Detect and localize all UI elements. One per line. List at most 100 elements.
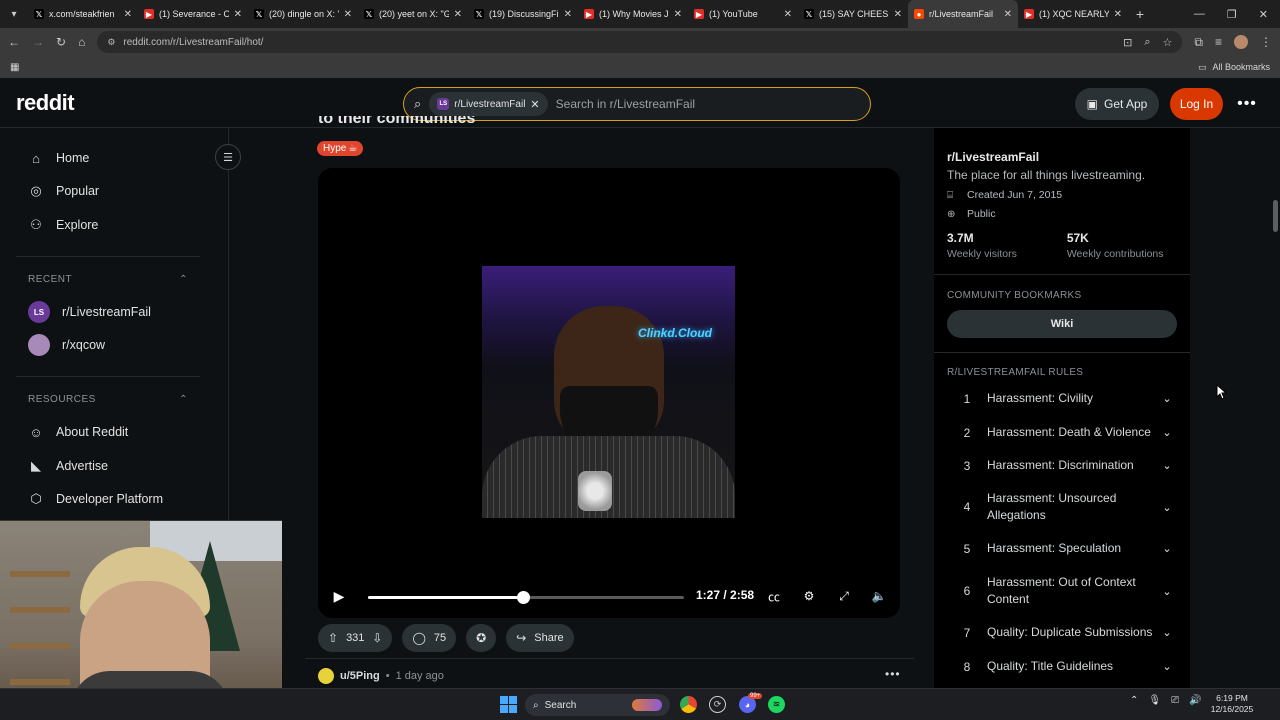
video-player[interactable]: Clinkd.Cloud ▶ 1:27 / 2:58 ㏄ ⚙ ⤢ 🔈: [318, 168, 900, 618]
close-tab-icon[interactable]: ✕: [1004, 9, 1012, 20]
chip-close-icon[interactable]: ✕: [530, 98, 539, 111]
community-name[interactable]: r/LivestreamFail: [947, 150, 1177, 164]
play-icon[interactable]: ▶: [330, 586, 348, 606]
taskbar-search[interactable]: ⌕ Search: [525, 694, 670, 716]
resources-section-header[interactable]: RESOURCES ⌃: [28, 394, 188, 405]
profile-avatar[interactable]: [1234, 35, 1248, 49]
spotify-taskbar-icon[interactable]: ≋: [768, 696, 785, 713]
browser-tab[interactable]: 𝕏 (20) dingle on X: " ✕: [248, 0, 358, 28]
seek-handle[interactable]: [516, 591, 530, 604]
close-tab-icon[interactable]: ✕: [784, 9, 792, 20]
home-browser-icon[interactable]: ⌂: [78, 35, 85, 49]
downvote-icon[interactable]: ⇩: [372, 631, 382, 645]
sidebar-item-label: r/xqcow: [62, 338, 106, 352]
browser-tab[interactable]: ▶ (1) Severance - O ✕: [138, 0, 248, 28]
settings-gear-icon[interactable]: ⚙: [799, 586, 819, 606]
reload-icon[interactable]: ↻: [56, 35, 66, 49]
browser-tab[interactable]: 𝕏 (19) DiscussingFil ✕: [468, 0, 578, 28]
award-button[interactable]: ✪: [466, 624, 497, 652]
post-title[interactable]: to their communities: [318, 116, 898, 132]
comments-button[interactable]: ◯ 75: [402, 624, 457, 652]
rule-item[interactable]: 7 Quality: Duplicate Submissions ⌄: [947, 624, 1177, 641]
more-options-icon[interactable]: •••: [1236, 88, 1258, 120]
rule-item[interactable]: 5 Harassment: Speculation ⌄: [947, 540, 1177, 557]
wiki-button[interactable]: Wiki: [947, 310, 1177, 338]
sidebar-item-developer-platform[interactable]: ⬡ Developer Platform: [28, 482, 208, 516]
close-tab-icon[interactable]: ✕: [674, 9, 682, 20]
sidebar-item-explore[interactable]: ⚇ Explore: [28, 208, 208, 242]
browser-tab[interactable]: ▶ (1) XQC NEARLY L ✕: [1018, 0, 1128, 28]
video-seek-bar[interactable]: [368, 591, 684, 604]
upvote-icon[interactable]: ⇧: [328, 631, 338, 645]
close-tab-icon[interactable]: ✕: [344, 9, 352, 20]
comment-more-icon[interactable]: •••: [885, 667, 901, 681]
comment-username[interactable]: u/5Ping: [340, 670, 380, 682]
post-flair[interactable]: Hype ☕: [317, 141, 364, 156]
rule-item[interactable]: 2 Harassment: Death & Violence ⌄: [947, 424, 1177, 441]
zoom-icon[interactable]: ⌕: [1144, 36, 1150, 49]
site-info-icon[interactable]: ⚙: [107, 37, 115, 48]
fullscreen-icon[interactable]: ⤢: [834, 586, 854, 606]
start-button-icon[interactable]: [500, 696, 517, 713]
sidebar-item-advertise[interactable]: ◣ Advertise: [28, 449, 208, 483]
search-input[interactable]: Search in r/LivestreamFail: [556, 97, 695, 111]
video-neon-sign: Clinkd.Cloud: [638, 326, 712, 340]
search-scope-chip[interactable]: LS r/LivestreamFail ✕: [429, 92, 548, 116]
close-window-icon[interactable]: ✕: [1259, 8, 1268, 21]
install-app-icon[interactable]: ⊡: [1123, 36, 1132, 49]
chevron-up-icon[interactable]: ⌃: [1130, 695, 1138, 706]
share-button[interactable]: ↪ Share: [506, 624, 574, 652]
app-taskbar-icon[interactable]: ⟳: [709, 696, 726, 713]
volume-tray-icon[interactable]: 🔊: [1189, 695, 1201, 706]
new-tab-button[interactable]: +: [1128, 6, 1152, 22]
avatar[interactable]: [318, 668, 334, 684]
close-tab-icon[interactable]: ✕: [234, 9, 242, 20]
reddit-logo[interactable]: reddit: [16, 90, 75, 116]
maximize-icon[interactable]: ❐: [1227, 8, 1237, 21]
browser-tab[interactable]: 𝕏x.com/steakfrien ✕: [28, 0, 138, 28]
browser-tab[interactable]: 𝕏 (15) SAY CHEESE! ✕: [798, 0, 908, 28]
captions-icon[interactable]: ㏄: [764, 586, 784, 606]
sidebar-item-about-reddit[interactable]: ☺ About Reddit: [28, 415, 208, 449]
get-app-button[interactable]: ▣ Get App: [1075, 88, 1159, 120]
close-tab-icon[interactable]: ✕: [564, 9, 572, 20]
taskbar-clock[interactable]: 6:19 PM 12/16/2025: [1208, 693, 1256, 715]
rule-item[interactable]: 4 Harassment: Unsourced Allegations ⌄: [947, 490, 1177, 524]
rule-item[interactable]: 8 Quality: Title Guidelines ⌄: [947, 658, 1177, 675]
network-icon[interactable]: ⎚: [1171, 695, 1179, 706]
page-scrollbar[interactable]: [1270, 128, 1280, 720]
address-bar[interactable]: ⚙ reddit.com/r/LivestreamFail/hot/ ⊡ ⌕ ☆: [97, 31, 1183, 53]
minimize-icon[interactable]: —: [1194, 8, 1205, 21]
scrollbar-thumb[interactable]: [1273, 200, 1278, 232]
sidebar-collapse-button[interactable]: ☰: [215, 144, 241, 170]
browser-tab[interactable]: ● r/LivestreamFail ✕: [908, 0, 1018, 28]
sidebar-item-popular[interactable]: ◎ Popular: [28, 174, 208, 208]
close-tab-icon[interactable]: ✕: [1114, 9, 1122, 20]
close-tab-icon[interactable]: ✕: [894, 9, 902, 20]
browser-tab[interactable]: 𝕏 (20) yeet on X: "G ✕: [358, 0, 468, 28]
rule-item[interactable]: 6 Harassment: Out of Context Content ⌄: [947, 574, 1177, 608]
back-icon[interactable]: ←: [8, 35, 20, 49]
browser-tab[interactable]: ▶ (1) Why Movies Ju ✕: [578, 0, 688, 28]
close-tab-icon[interactable]: ✕: [124, 9, 132, 20]
forward-icon[interactable]: →: [32, 35, 44, 49]
browser-tab[interactable]: ▶ (1) YouTube ✕: [688, 0, 798, 28]
rule-item[interactable]: 1 Harassment: Civility ⌄: [947, 390, 1177, 407]
close-tab-icon[interactable]: ✕: [454, 9, 462, 20]
all-bookmarks[interactable]: ▭ All Bookmarks: [1198, 62, 1270, 73]
bookmark-star-icon[interactable]: ☆: [1163, 36, 1173, 49]
sidebar-item-livestreamfail[interactable]: LS r/LivestreamFail: [28, 295, 208, 329]
browser-menu-icon[interactable]: ⋮: [1260, 35, 1272, 49]
extensions-icon[interactable]: ⧉: [1194, 35, 1203, 50]
tab-search-icon[interactable]: ▾: [0, 0, 28, 28]
volume-icon[interactable]: 🔈: [869, 586, 889, 606]
sidebar-item-home[interactable]: ⌂ Home: [28, 141, 208, 175]
sidebar-item-xqcow[interactable]: r/xqcow: [28, 328, 208, 362]
rule-item[interactable]: 3 Harassment: Discrimination ⌄: [947, 457, 1177, 474]
apps-grid-icon[interactable]: ▦: [10, 62, 19, 73]
microphone-icon[interactable]: 🎙: [1148, 695, 1161, 706]
recent-section-header[interactable]: RECENT ⌃: [28, 274, 188, 285]
chrome-taskbar-icon[interactable]: [680, 696, 697, 713]
media-controls-icon[interactable]: ≡: [1215, 35, 1222, 49]
login-button[interactable]: Log In: [1170, 88, 1223, 120]
